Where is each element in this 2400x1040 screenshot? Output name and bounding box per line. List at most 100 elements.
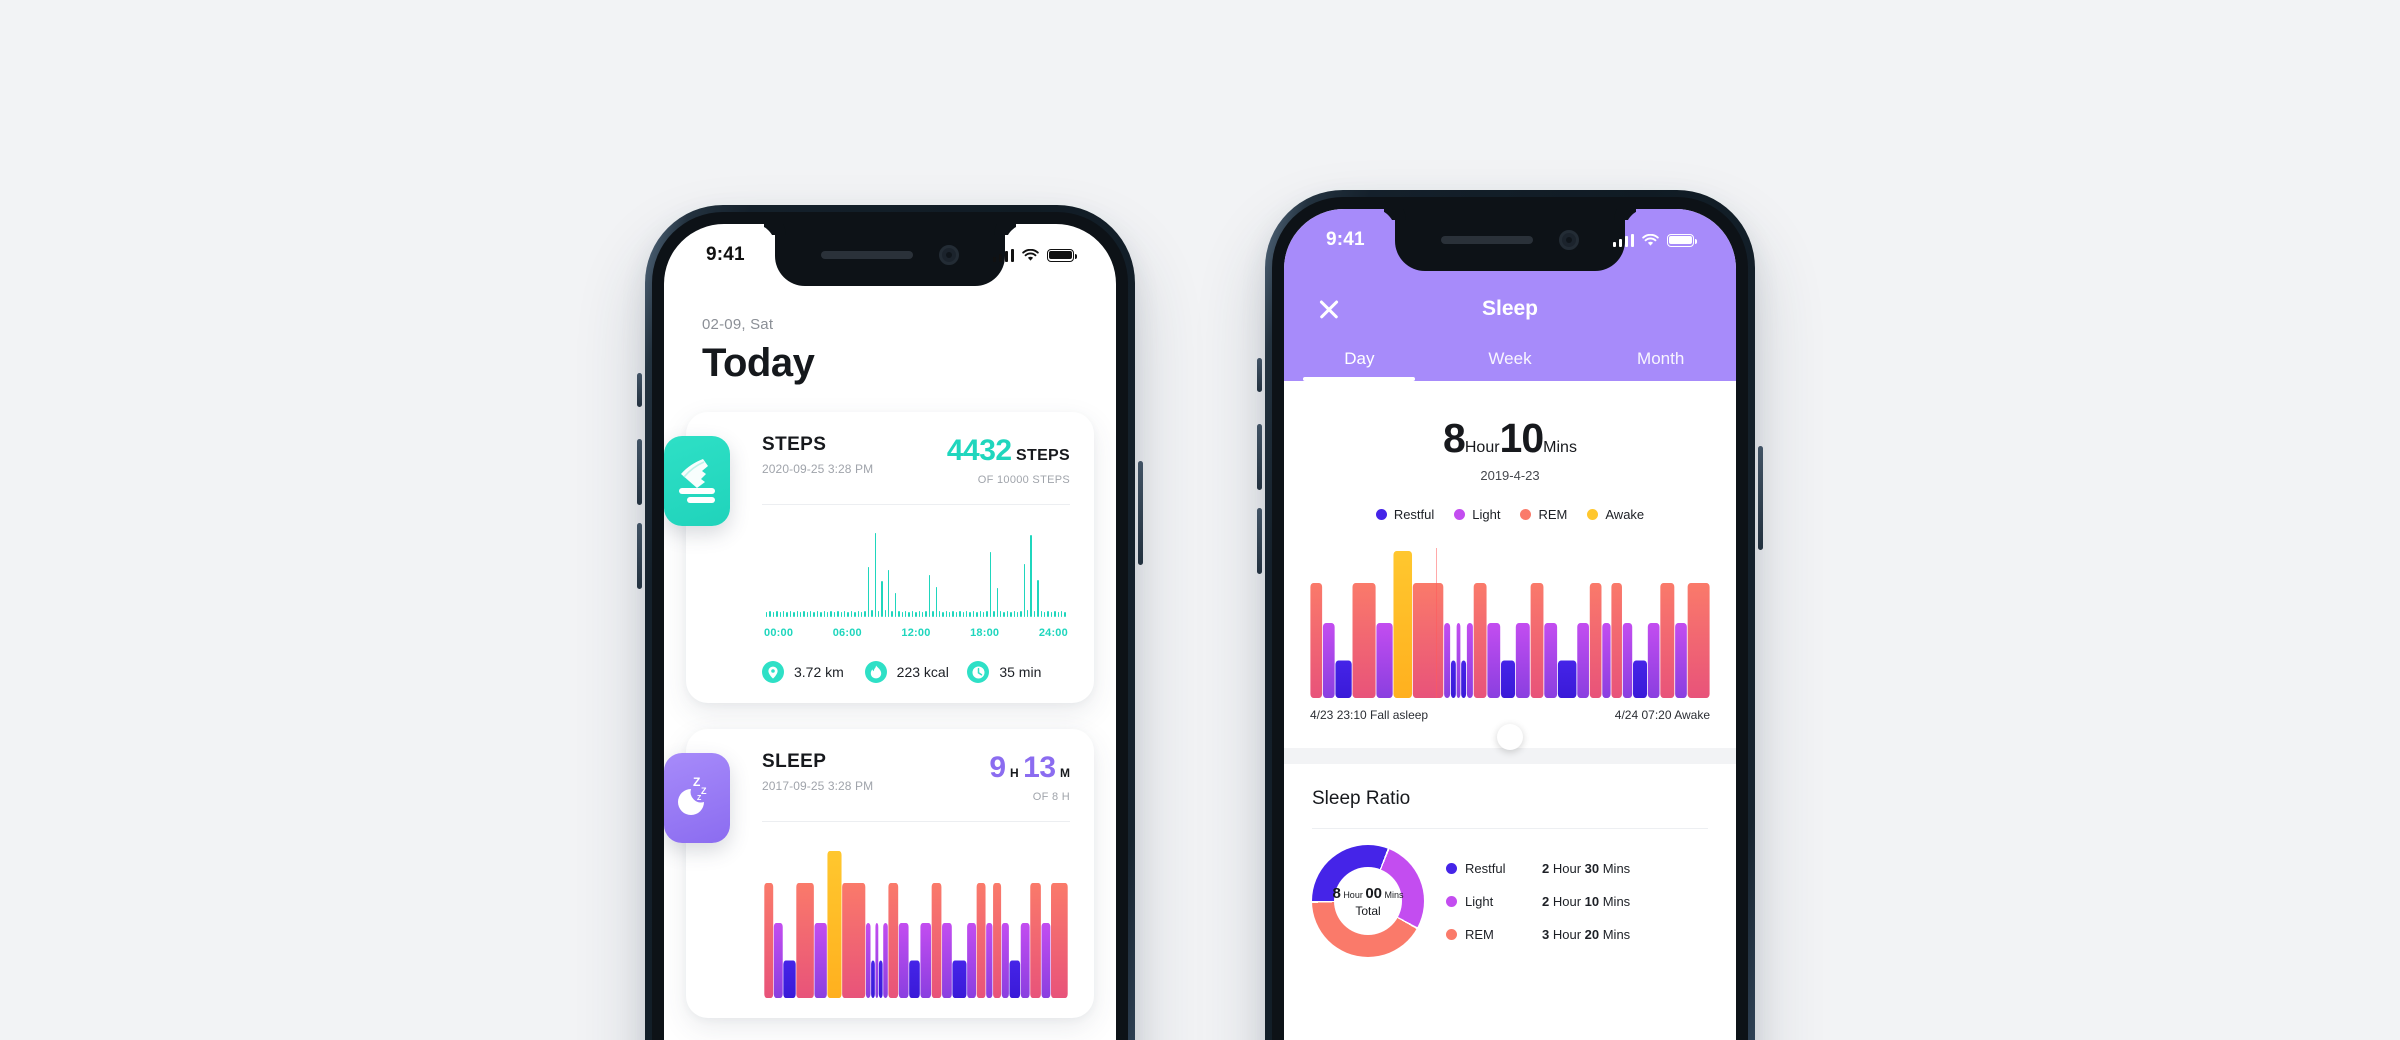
ratio-dot — [1446, 862, 1457, 874]
steps-bar — [928, 575, 931, 617]
wifi-icon — [1022, 248, 1039, 261]
donut-center-label: 8 Hour 00 Mins Total — [1332, 867, 1404, 935]
steps-bar — [789, 611, 792, 617]
steps-bar — [799, 611, 802, 617]
sleep-stage-segment — [1444, 623, 1451, 698]
axis-tick: 24:00 — [1038, 627, 1068, 639]
steps-label: STEPS — [762, 434, 827, 455]
power-button[interactable] — [1138, 461, 1143, 565]
steps-bar — [935, 586, 937, 617]
sleep-stage-segment — [1473, 583, 1487, 698]
power-button[interactable] — [1758, 446, 1763, 550]
sheet-separator — [1284, 748, 1736, 764]
legend-label: Restful — [1393, 507, 1435, 522]
status-time: 9:41 — [706, 244, 745, 265]
steps-bar — [969, 611, 971, 617]
volume-up-button[interactable] — [1257, 424, 1262, 490]
steps-bar — [1037, 580, 1039, 617]
status-indicators — [992, 248, 1077, 262]
steps-bar — [1013, 611, 1015, 617]
stat-duration-label: 35 min — [999, 664, 1042, 680]
steps-bar — [1057, 611, 1059, 617]
close-x-icon[interactable] — [1314, 294, 1344, 324]
donut-total-line: 8 Hour 00 Mins — [1332, 885, 1403, 902]
steps-bar — [1003, 611, 1005, 617]
steps-bar — [979, 611, 981, 617]
steps-card[interactable]: STEPS 2020-09-25 3:28 PM 4432 STEPS OF 1… — [664, 412, 1094, 703]
steps-bar — [840, 611, 842, 617]
tab-week[interactable]: Week — [1435, 349, 1586, 381]
ratio-value: 3 Hour 20 Mins — [1542, 926, 1631, 942]
cellular-signal-icon — [992, 248, 1014, 262]
steps-bar — [874, 533, 876, 617]
phone-right-device: 9:41 Sleep Day Week Month 8Hour10Mins 20… — [1257, 190, 1763, 1040]
sleep-stage-segment — [1376, 623, 1393, 698]
mute-switch[interactable] — [637, 373, 642, 407]
ratio-label: REM — [1465, 926, 1494, 942]
steps-card-header: STEPS 2020-09-25 3:28 PM 4432 STEPS OF 1… — [762, 434, 1070, 486]
svg-text:Z: Z — [701, 786, 707, 796]
steps-bar — [1054, 611, 1056, 617]
summary-date: 2019-4-23 — [1480, 468, 1540, 483]
steps-bar — [884, 610, 887, 617]
sleep-stage-segment — [1530, 583, 1544, 698]
steps-bar — [888, 569, 890, 617]
legend-item: Light — [1454, 507, 1500, 522]
steps-bar — [776, 611, 778, 617]
steps-bar — [779, 611, 781, 617]
steps-bar — [918, 611, 920, 617]
period-tabs: Day Week Month — [1284, 349, 1736, 381]
summary-minutes-unit: Mins — [1543, 439, 1577, 456]
chart-scrubber[interactable] — [1284, 722, 1736, 750]
sleep-title-block: SLEEP 2017-09-25 3:28 PM — [762, 751, 873, 793]
steps-bar — [891, 611, 893, 617]
sleep-stage-chart-mini — [764, 848, 1068, 998]
steps-bar — [830, 611, 832, 617]
sleep-stage-segment — [1687, 583, 1710, 698]
sleep-stage-segment — [1001, 923, 1009, 998]
steps-bar — [1006, 611, 1009, 617]
steps-bar — [786, 611, 788, 617]
volume-down-button[interactable] — [637, 523, 642, 589]
sleep-card[interactable]: Z Z Z SLEEP 2017-09-25 3:28 PM 9 H 13 M … — [664, 729, 1094, 1018]
legend-item: Restful — [1375, 507, 1435, 522]
ratio-row: REM 3 Hour 20 Mins — [1446, 927, 1708, 942]
volume-down-button[interactable] — [1257, 508, 1262, 574]
sleep-label: SLEEP — [762, 751, 827, 772]
sleep-stage-segment — [1622, 623, 1633, 698]
sleep-stage-segment — [1602, 623, 1611, 698]
steps-bar — [915, 611, 917, 617]
sleep-stage-segment — [942, 923, 952, 998]
steps-bar — [1020, 611, 1022, 617]
summary-hours: 8 — [1443, 415, 1466, 461]
stat-calories: 223 kcal — [864, 661, 968, 683]
sleep-hours: 9 — [989, 751, 1006, 784]
axis-tick: 00:00 — [764, 627, 794, 639]
ratio-label: Restful — [1465, 860, 1506, 876]
sleep-stage-segment — [920, 923, 932, 998]
volume-up-button[interactable] — [637, 439, 642, 505]
sleep-stage-segment — [1456, 623, 1461, 698]
tab-day[interactable]: Day — [1284, 349, 1435, 381]
sleep-stage-segment — [1515, 623, 1530, 698]
mute-switch[interactable] — [1257, 358, 1262, 392]
steps-bar — [772, 611, 775, 617]
sleep-summary: 8Hour10Mins 2019-4-23 — [1284, 381, 1736, 483]
sleep-stage-segment — [814, 923, 827, 998]
legend-dot — [1587, 509, 1599, 520]
steps-bar — [905, 611, 907, 617]
scrubber-handle[interactable] — [1497, 724, 1523, 750]
ratio-row-name: Light — [1446, 894, 1542, 909]
steps-bar — [1050, 611, 1053, 617]
sleep-stage-segment — [976, 883, 986, 998]
ratio-label: Light — [1465, 893, 1494, 909]
tab-month[interactable]: Month — [1585, 349, 1736, 381]
sleep-stage-segment — [1450, 660, 1456, 698]
sleep-stage-chart-container[interactable] — [1284, 548, 1736, 698]
sleep-stage-segment — [909, 960, 920, 998]
steps-bar — [986, 611, 988, 617]
steps-bar — [820, 611, 822, 617]
steps-bar — [860, 611, 863, 617]
canvas: 9:41 02-09, Sat Today STEPS 2020-09-25 3… — [0, 0, 2400, 1040]
steps-bar — [813, 611, 815, 617]
